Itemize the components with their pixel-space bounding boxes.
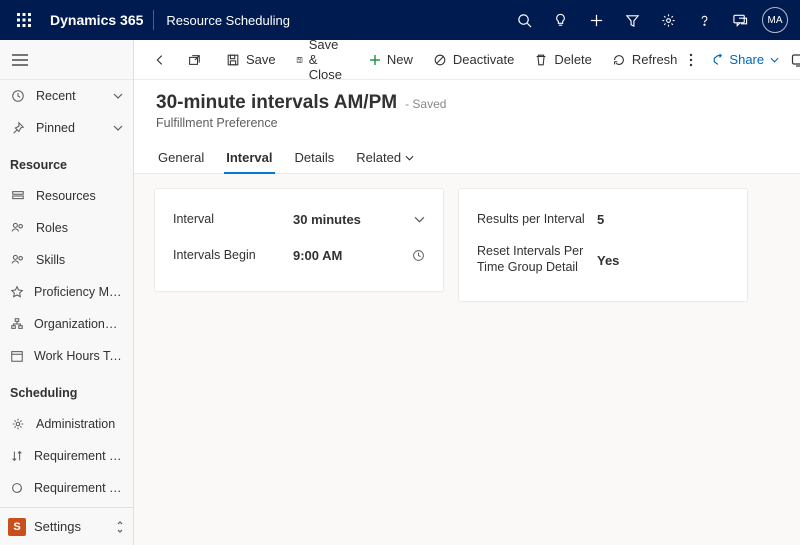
chat-icon[interactable] — [722, 0, 758, 40]
open-new-window-button[interactable] — [178, 44, 210, 76]
clock-icon — [412, 249, 425, 262]
sidebar-item-req-priority[interactable]: Requirement Prior… — [0, 440, 133, 472]
back-button[interactable] — [144, 44, 176, 76]
avatar[interactable]: MA — [762, 7, 788, 33]
list-icon — [10, 188, 26, 204]
overflow-button[interactable] — [689, 44, 693, 76]
help-icon[interactable] — [686, 0, 722, 40]
people-icon — [10, 220, 26, 236]
sort-icon — [10, 448, 24, 464]
tab-general[interactable]: General — [156, 142, 206, 173]
new-button[interactable]: New — [361, 44, 421, 76]
delete-button[interactable]: Delete — [526, 44, 600, 76]
sidebar-item-org-units[interactable]: Organizational Un… — [0, 308, 133, 340]
chevron-down-icon — [113, 93, 123, 99]
org-icon — [10, 316, 24, 332]
share-button[interactable]: Share — [701, 44, 787, 76]
tab-related[interactable]: Related — [354, 142, 416, 173]
page-title: 30-minute intervals AM/PM — [156, 92, 397, 114]
sidebar-item-recent[interactable]: Recent — [0, 80, 133, 112]
form-tabs: General Interval Details Related — [134, 142, 800, 174]
clock-icon — [10, 88, 26, 104]
pin-icon — [10, 120, 26, 136]
field-intervals-begin[interactable]: Intervals Begin 9:00 AM — [173, 237, 425, 273]
search-icon[interactable] — [506, 0, 542, 40]
gear-icon[interactable] — [650, 0, 686, 40]
sidebar-item-roles[interactable]: Roles — [0, 212, 133, 244]
chevron-down-icon — [113, 125, 123, 131]
form-body: Interval 30 minutes Intervals Begin 9:00… — [134, 174, 800, 545]
sidebar-item-work-hours[interactable]: Work Hours Temp… — [0, 340, 133, 372]
field-label: Results per Interval — [477, 212, 597, 226]
field-value: 5 — [597, 212, 604, 227]
sidebar-section-resource: Resource — [0, 144, 133, 180]
area-switcher[interactable]: S Settings — [0, 507, 133, 545]
sidebar-item-label: Pinned — [36, 121, 75, 135]
sidebar-item-administration[interactable]: Administration — [0, 408, 133, 440]
area-label: Settings — [34, 519, 81, 534]
save-close-button[interactable]: Save & Close — [288, 44, 357, 76]
field-interval[interactable]: Interval 30 minutes — [173, 201, 425, 237]
save-status: - Saved — [405, 97, 446, 111]
status-icon — [10, 480, 24, 496]
product-name[interactable]: Dynamics 365 — [40, 12, 153, 28]
app-launcher-icon[interactable] — [8, 13, 40, 27]
sidebar-item-resources[interactable]: Resources — [0, 180, 133, 212]
assistant-icon[interactable] — [791, 44, 800, 76]
app-name[interactable]: Resource Scheduling — [154, 13, 302, 28]
people-icon — [10, 252, 26, 268]
command-bar: Save Save & Close New Deactivate Delete … — [134, 40, 800, 80]
global-nav: Dynamics 365 Resource Scheduling MA — [0, 0, 800, 40]
star-icon — [10, 284, 24, 300]
field-value: 30 minutes — [293, 212, 361, 227]
tab-details[interactable]: Details — [293, 142, 337, 173]
deactivate-button[interactable]: Deactivate — [425, 44, 522, 76]
sidebar-toggle[interactable] — [0, 40, 133, 80]
main-area: Save Save & Close New Deactivate Delete … — [134, 40, 800, 545]
sidebar-item-pinned[interactable]: Pinned — [0, 112, 133, 144]
refresh-button[interactable]: Refresh — [604, 44, 686, 76]
field-value: Yes — [597, 253, 619, 268]
form-header: 30-minute intervals AM/PM - Saved Fulfil… — [134, 80, 800, 130]
sidebar-item-proficiency[interactable]: Proficiency Models — [0, 276, 133, 308]
entity-name: Fulfillment Preference — [156, 116, 778, 130]
save-button[interactable]: Save — [218, 44, 284, 76]
area-swatch: S — [8, 518, 26, 536]
sidebar-section-scheduling: Scheduling — [0, 372, 133, 408]
calendar-icon — [10, 348, 24, 364]
form-section-right: Results per Interval 5 Reset Intervals P… — [458, 188, 748, 302]
lightbulb-icon[interactable] — [542, 0, 578, 40]
sidebar-item-req-status[interactable]: Requirement Stat… — [0, 472, 133, 504]
field-label: Interval — [173, 212, 293, 226]
field-results-per-interval[interactable]: Results per Interval 5 — [477, 201, 729, 237]
field-label: Intervals Begin — [173, 248, 293, 262]
field-value: 9:00 AM — [293, 248, 342, 263]
plus-icon[interactable] — [578, 0, 614, 40]
field-reset-intervals[interactable]: Reset Intervals Per Time Group Detail Ye… — [477, 237, 729, 283]
filter-icon[interactable] — [614, 0, 650, 40]
chevron-updown-icon — [115, 520, 125, 534]
sidebar: Recent Pinned Resource Resources Roles S… — [0, 40, 134, 545]
form-section-left: Interval 30 minutes Intervals Begin 9:00… — [154, 188, 444, 292]
sidebar-item-label: Recent — [36, 89, 76, 103]
field-label: Reset Intervals Per Time Group Detail — [477, 244, 597, 275]
sidebar-item-skills[interactable]: Skills — [0, 244, 133, 276]
gear-icon — [10, 416, 26, 432]
chevron-down-icon — [414, 216, 425, 223]
tab-interval[interactable]: Interval — [224, 142, 274, 173]
